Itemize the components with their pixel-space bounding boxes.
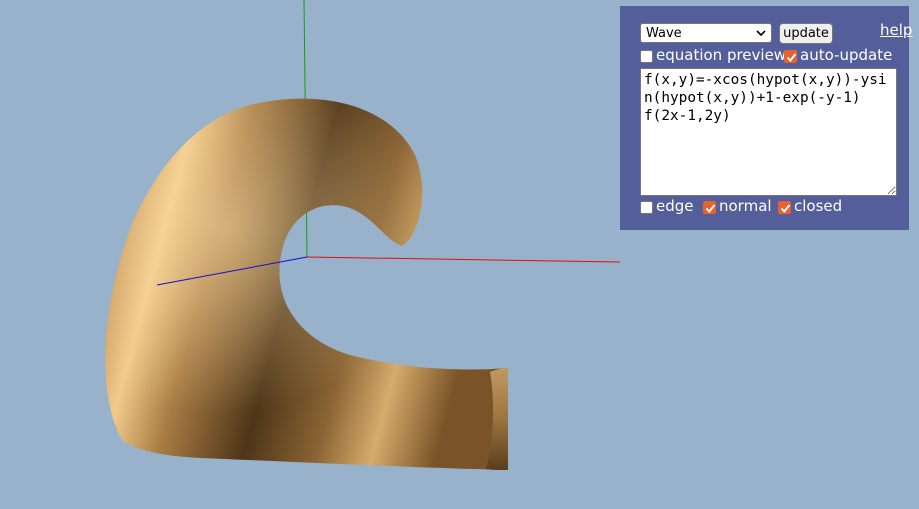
normal-label: normal — [719, 197, 772, 215]
x-axis-line — [306, 256, 621, 263]
normal-checkbox-box[interactable] — [703, 200, 716, 214]
auto-update-checkbox[interactable]: auto-update — [784, 46, 892, 64]
checkmark-icon — [786, 52, 797, 62]
equation-preview-checkbox[interactable]: equation preview — [640, 46, 786, 64]
checkmark-icon — [705, 203, 716, 213]
equation-preview-label: equation preview — [656, 46, 787, 64]
chevron-down-icon — [756, 30, 766, 37]
preset-select[interactable]: Wave — [640, 23, 772, 43]
normal-checkbox[interactable]: normal — [703, 197, 772, 215]
preset-select-value: Wave — [646, 26, 682, 41]
closed-label: closed — [794, 197, 843, 215]
edge-checkbox[interactable]: edge — [640, 197, 694, 215]
help-link[interactable]: help — [880, 21, 912, 39]
auto-update-checkbox-box[interactable] — [784, 49, 797, 63]
update-button[interactable]: update — [779, 23, 833, 44]
edge-label: edge — [656, 197, 694, 215]
control-panel: Wave update help equation preview auto-u… — [620, 6, 912, 230]
closed-checkbox-box[interactable] — [778, 200, 791, 214]
auto-update-label: auto-update — [800, 46, 893, 64]
wave-surface — [105, 98, 509, 471]
equation-editor[interactable]: f(x,y)=-xcos(hypot(x,y))-ysin(hypot(x,y)… — [640, 68, 897, 196]
edge-checkbox-box[interactable] — [640, 200, 653, 214]
checkmark-icon — [780, 203, 791, 213]
equation-preview-checkbox-box[interactable] — [640, 49, 653, 63]
closed-checkbox[interactable]: closed — [778, 197, 842, 215]
